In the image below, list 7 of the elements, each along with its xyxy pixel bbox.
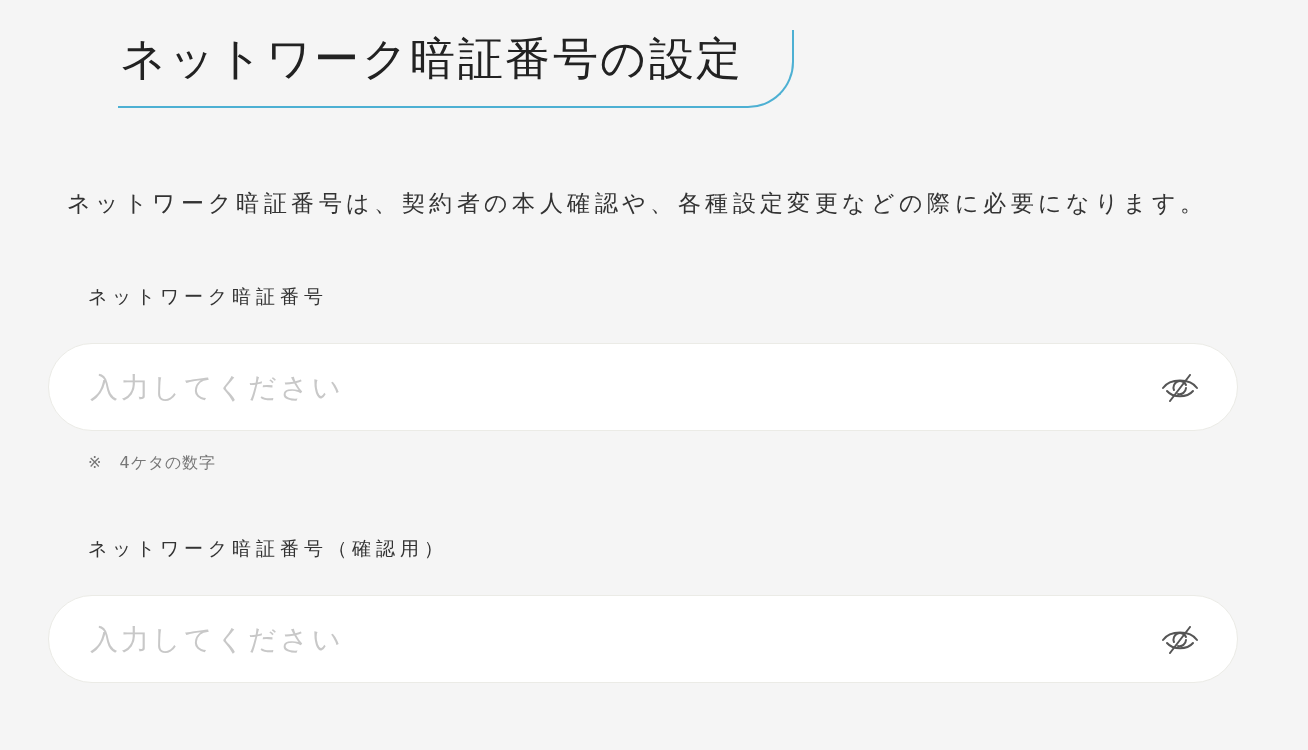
eye-slash-icon[interactable] [1161, 374, 1199, 402]
hint-text: ※ 4ケタの数字 [88, 452, 217, 474]
description-text: ネットワーク暗証番号は、契約者の本人確認や、各種設定変更などの際に必要になります。 [67, 189, 1209, 218]
field-label: ネットワーク暗証番号 [88, 284, 329, 309]
page-title: ネットワーク暗証番号の設定 [118, 30, 794, 108]
field-label: ネットワーク暗証番号（確認用） [88, 536, 449, 561]
eye-slash-icon[interactable] [1161, 626, 1199, 654]
